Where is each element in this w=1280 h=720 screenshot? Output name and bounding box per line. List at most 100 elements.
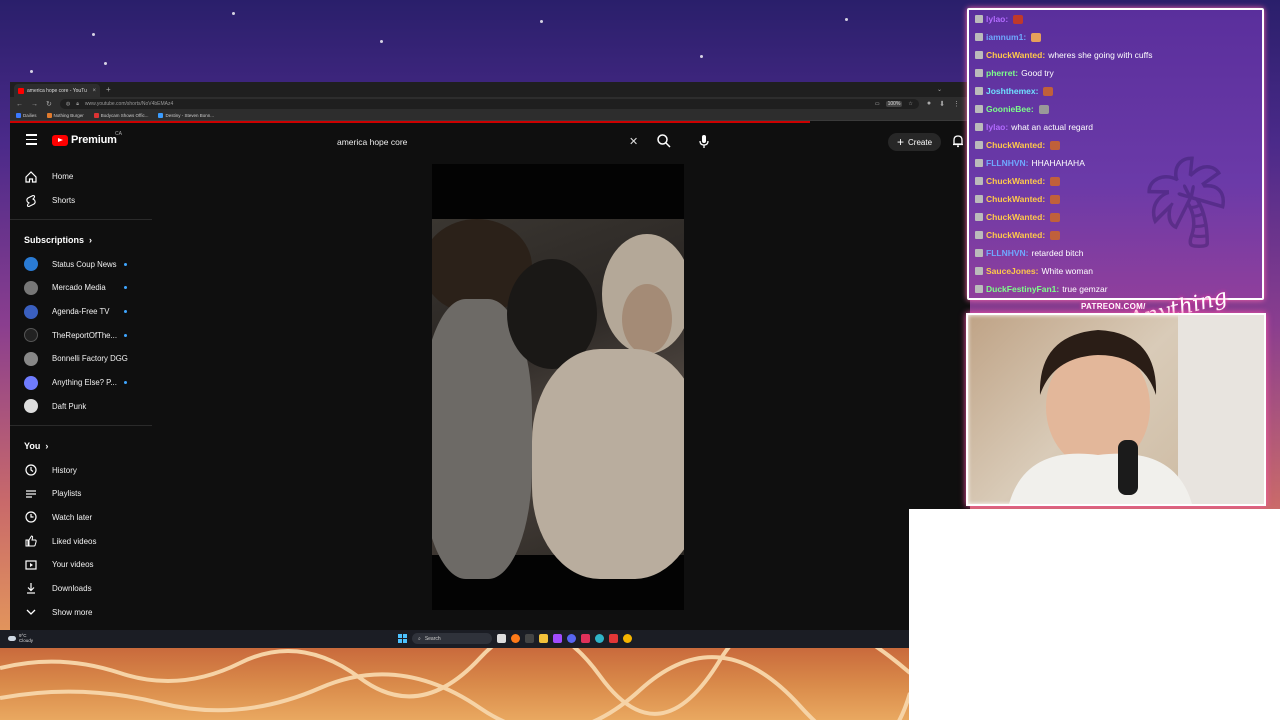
clear-search-icon[interactable]: ✕ [629,135,638,148]
chat-username[interactable]: pherret: [986,68,1018,78]
you-header[interactable]: You › [10,434,152,458]
star-icon[interactable]: ☆ [908,101,912,107]
forward-icon[interactable]: → [31,101,38,108]
channel-avatar [24,375,38,390]
webcam-feed [966,313,1266,506]
menu-icon[interactable]: ⋮ [953,100,960,108]
sidebar-item-playlists[interactable]: Playlists [10,482,152,506]
sidebar-item-your-videos[interactable]: Your videos [10,553,152,577]
chat-username[interactable]: SauceJones: [986,266,1038,276]
shorts-video-player[interactable] [432,164,684,610]
app-icon[interactable] [609,634,618,643]
discord-icon[interactable] [567,634,576,643]
subscription-item[interactable]: Agenda-Free TV [10,300,152,324]
url-field[interactable]: ◍ 🔒︎ www.youtube.com/shorts/NoV4bEMAz4 ▭… [59,99,919,109]
your-videos-icon [25,560,37,570]
close-tab-icon[interactable]: × [92,88,96,94]
chat-text: what an actual regard [1011,122,1093,132]
chat-message: lylao: [969,10,1262,28]
edge-icon[interactable] [595,634,604,643]
sidebar-item-downloads[interactable]: Downloads [10,577,152,601]
subscriptions-header[interactable]: Subscriptions › [10,228,152,252]
playlists-icon [26,490,36,498]
chat-username[interactable]: lylao: [986,14,1008,24]
weather-widget[interactable]: 9°C Cloudy [8,633,33,643]
chat-text: wheres she going with cuffs [1048,50,1153,60]
chat-username[interactable]: ChuckWanted: [986,230,1045,240]
terminal-icon[interactable] [525,634,534,643]
bookmark-item[interactable]: Bodycam Shows Offic... [93,113,148,118]
chat-username[interactable]: ChuckWanted: [986,194,1045,204]
chat-username[interactable]: ChuckWanted: [986,212,1045,222]
create-button[interactable]: + Create [888,133,942,151]
patreon-url: PATREON.COM/ [1081,302,1146,311]
reload-icon[interactable]: ↻ [46,100,52,108]
search-input[interactable]: america hope core ✕ [328,133,648,151]
chat-username[interactable]: DuckFestinyFan1: [986,284,1059,294]
app-icon[interactable] [581,634,590,643]
sidebar-item-history[interactable]: History [10,458,152,482]
chat-username[interactable]: FLLNHVN: [986,158,1029,168]
chat-badge-icon [975,159,983,167]
reader-icon[interactable]: ▭ [875,101,880,107]
sidebar-item-liked-videos[interactable]: Liked videos [10,529,152,553]
shield-icon: ◍ [65,101,71,107]
tab-youtube[interactable]: america hope core - YouTu × [14,84,100,97]
new-tab-icon[interactable]: + [106,85,111,94]
chat-username[interactable]: GoonieBee: [986,104,1034,114]
chat-badge-icon [975,105,983,113]
chat-badge-icon [975,51,983,59]
youtube-premium-logo[interactable]: Premium CA [52,131,122,146]
zoom-level[interactable]: 100% [885,101,903,107]
chat-username[interactable]: iamnum1: [986,32,1026,42]
channel-avatar [24,328,38,343]
chat-username[interactable]: FLLNHVN: [986,248,1029,258]
streamer-figure [1009,315,1264,504]
subscription-item[interactable]: Status Coup News [10,252,152,276]
search-icon[interactable] [656,133,672,149]
person-right-body [532,349,684,579]
bookmark-item[interactable]: Nothing Burger [46,113,84,118]
task-view-icon[interactable] [497,634,506,643]
sidebar-item-label: Show more [52,607,93,617]
chat-username[interactable]: ChuckWanted: [986,140,1045,150]
subscription-item[interactable]: Mercado Media [10,276,152,300]
chat-username[interactable]: lylao: [986,122,1008,132]
subscription-item[interactable]: Anything Else? P... [10,371,152,395]
subscription-item[interactable]: TheReportOfThe... [10,323,152,347]
subscription-item[interactable]: Daft Punk [10,395,152,419]
chrome-icon[interactable] [623,634,632,643]
chat-username[interactable]: ChuckWanted: [986,176,1045,186]
sidebar-item-show-more[interactable]: Show more [10,600,152,624]
chat-username[interactable]: ChuckWanted: [986,50,1045,60]
firefox-icon[interactable] [511,634,520,643]
lock-icon: 🔒︎ [76,101,79,107]
sidebar-item-label: Shorts [52,196,76,206]
chat-badge-icon [975,141,983,149]
chat-message: GoonieBee: [969,100,1262,118]
plus-icon: + [897,135,905,149]
notifications-bell-icon[interactable] [951,134,965,148]
bookmark-item[interactable]: Destiny - Steven Bonn... [158,113,214,118]
chat-badge-icon [975,249,983,257]
sidebar-item-home[interactable]: Home [10,165,152,189]
back-icon[interactable]: ← [16,101,23,108]
microphone-icon[interactable] [696,133,712,149]
you-label: You [24,441,41,452]
windows-start-icon[interactable] [398,634,407,643]
extension-icon[interactable]: ● [927,100,931,108]
chat-username[interactable]: Joshthemex: [986,86,1038,96]
taskbar-search[interactable]: ⌕ Search [412,633,492,644]
sidebar-item-watch-later[interactable]: Watch later [10,506,152,530]
chat-badge-icon [975,33,983,41]
tab-list-icon[interactable]: ⌄ [937,86,942,93]
hamburger-menu-icon[interactable] [26,134,37,148]
app-icon[interactable] [553,634,562,643]
folder-icon[interactable] [539,634,548,643]
channel-name: TheReportOfThe... [52,330,118,340]
subscription-item[interactable]: Bonnelli Factory DGG [10,347,152,371]
sidebar-item-label: Downloads [52,583,92,593]
bookmark-item[interactable]: Dailies [16,113,37,118]
downloads-toolbar-icon[interactable]: ⬇ [939,100,945,108]
sidebar-item-shorts[interactable]: Shorts [10,189,152,213]
